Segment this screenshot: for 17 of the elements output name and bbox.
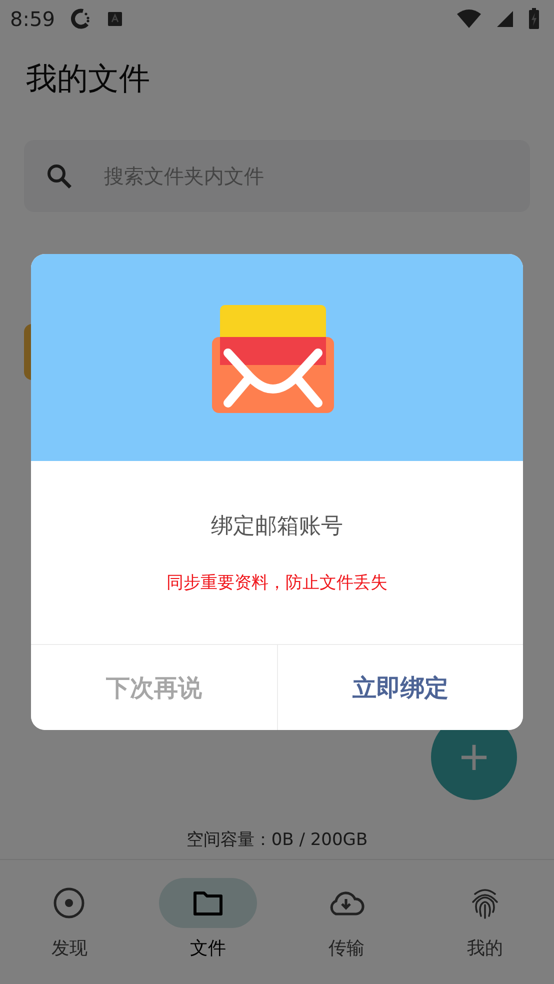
signal-icon <box>496 10 514 28</box>
confirm-button[interactable]: 立即绑定 <box>276 645 523 730</box>
keyboard-icon <box>106 11 123 27</box>
fingerprint-icon <box>470 886 500 920</box>
storage-capacity: 空间容量：0B / 200GB <box>185 829 369 852</box>
dialog-message: 同步重要资料，防止文件丢失 <box>166 572 388 594</box>
nav-tab[interactable]: 传输 <box>277 860 416 984</box>
page-title: 我的文件 <box>26 60 151 99</box>
battery-icon <box>528 8 540 30</box>
wifi-icon <box>456 9 482 29</box>
nav-tab[interactable]: 我的 <box>416 860 554 984</box>
nav-tab[interactable]: 发现 <box>0 860 138 984</box>
status-time: 8:59 <box>10 7 55 31</box>
dialog-title: 绑定邮箱账号 <box>211 513 343 541</box>
folder-icon <box>192 889 224 917</box>
target-icon <box>52 886 86 920</box>
nav-tab[interactable]: 文件 <box>138 860 277 984</box>
